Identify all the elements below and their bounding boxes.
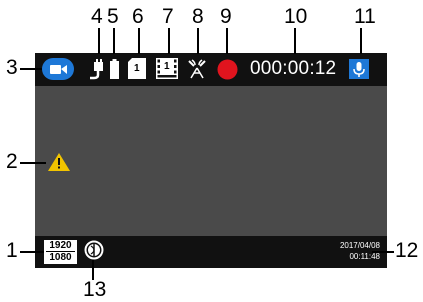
leader-line-5: [113, 28, 115, 54]
callout-6: 6: [132, 5, 144, 28]
resolution-width: 1920: [49, 240, 72, 251]
callout-5: 5: [107, 5, 119, 28]
video-camera-icon: [42, 58, 74, 85]
sd-card-number: 1: [134, 63, 140, 74]
callout-11: 11: [354, 5, 376, 28]
leader-line-1: [20, 251, 44, 253]
callout-10: 10: [284, 5, 308, 28]
date-time-stamp: 2017/04/08 00:11:48: [300, 240, 380, 262]
loop-card-number: 1: [164, 61, 170, 72]
callout-12: 12: [395, 239, 419, 262]
leader-line-2: [20, 162, 46, 164]
leader-line-8: [197, 28, 199, 54]
callout-1: 1: [6, 239, 18, 262]
leader-line-3: [20, 68, 42, 70]
callout-4: 4: [91, 5, 103, 28]
loop-recording-icon: 1: [156, 58, 178, 79]
recording-timer: 000:00:12: [250, 58, 337, 79]
sd-card-icon: 1: [128, 58, 146, 79]
callout-3: 3: [6, 56, 18, 79]
battery-icon: [110, 59, 119, 84]
callout-7: 7: [162, 5, 174, 28]
time-text: 00:11:48: [349, 252, 380, 261]
plug-icon: [88, 59, 108, 86]
resolution-badge: 1920 1080: [44, 240, 77, 264]
leader-line-6: [138, 28, 140, 54]
callout-8: 8: [192, 5, 204, 28]
leader-line-10: [294, 28, 296, 54]
warning-triangle-icon: [48, 153, 70, 176]
leader-line-4: [98, 28, 100, 54]
callout-13: 13: [83, 278, 107, 301]
resolution-height: 1080: [49, 252, 72, 263]
record-dot-icon: [217, 59, 238, 85]
wdr-icon: [84, 240, 104, 265]
leader-line-11: [360, 28, 362, 54]
leader-line-9: [226, 28, 228, 54]
satellite-signal-icon: [186, 58, 208, 85]
leader-line-7: [168, 28, 170, 54]
callout-9: 9: [220, 5, 232, 28]
microphone-icon: [349, 59, 369, 84]
callout-2: 2: [6, 150, 18, 173]
date-text: 2017/04/08: [339, 241, 380, 250]
